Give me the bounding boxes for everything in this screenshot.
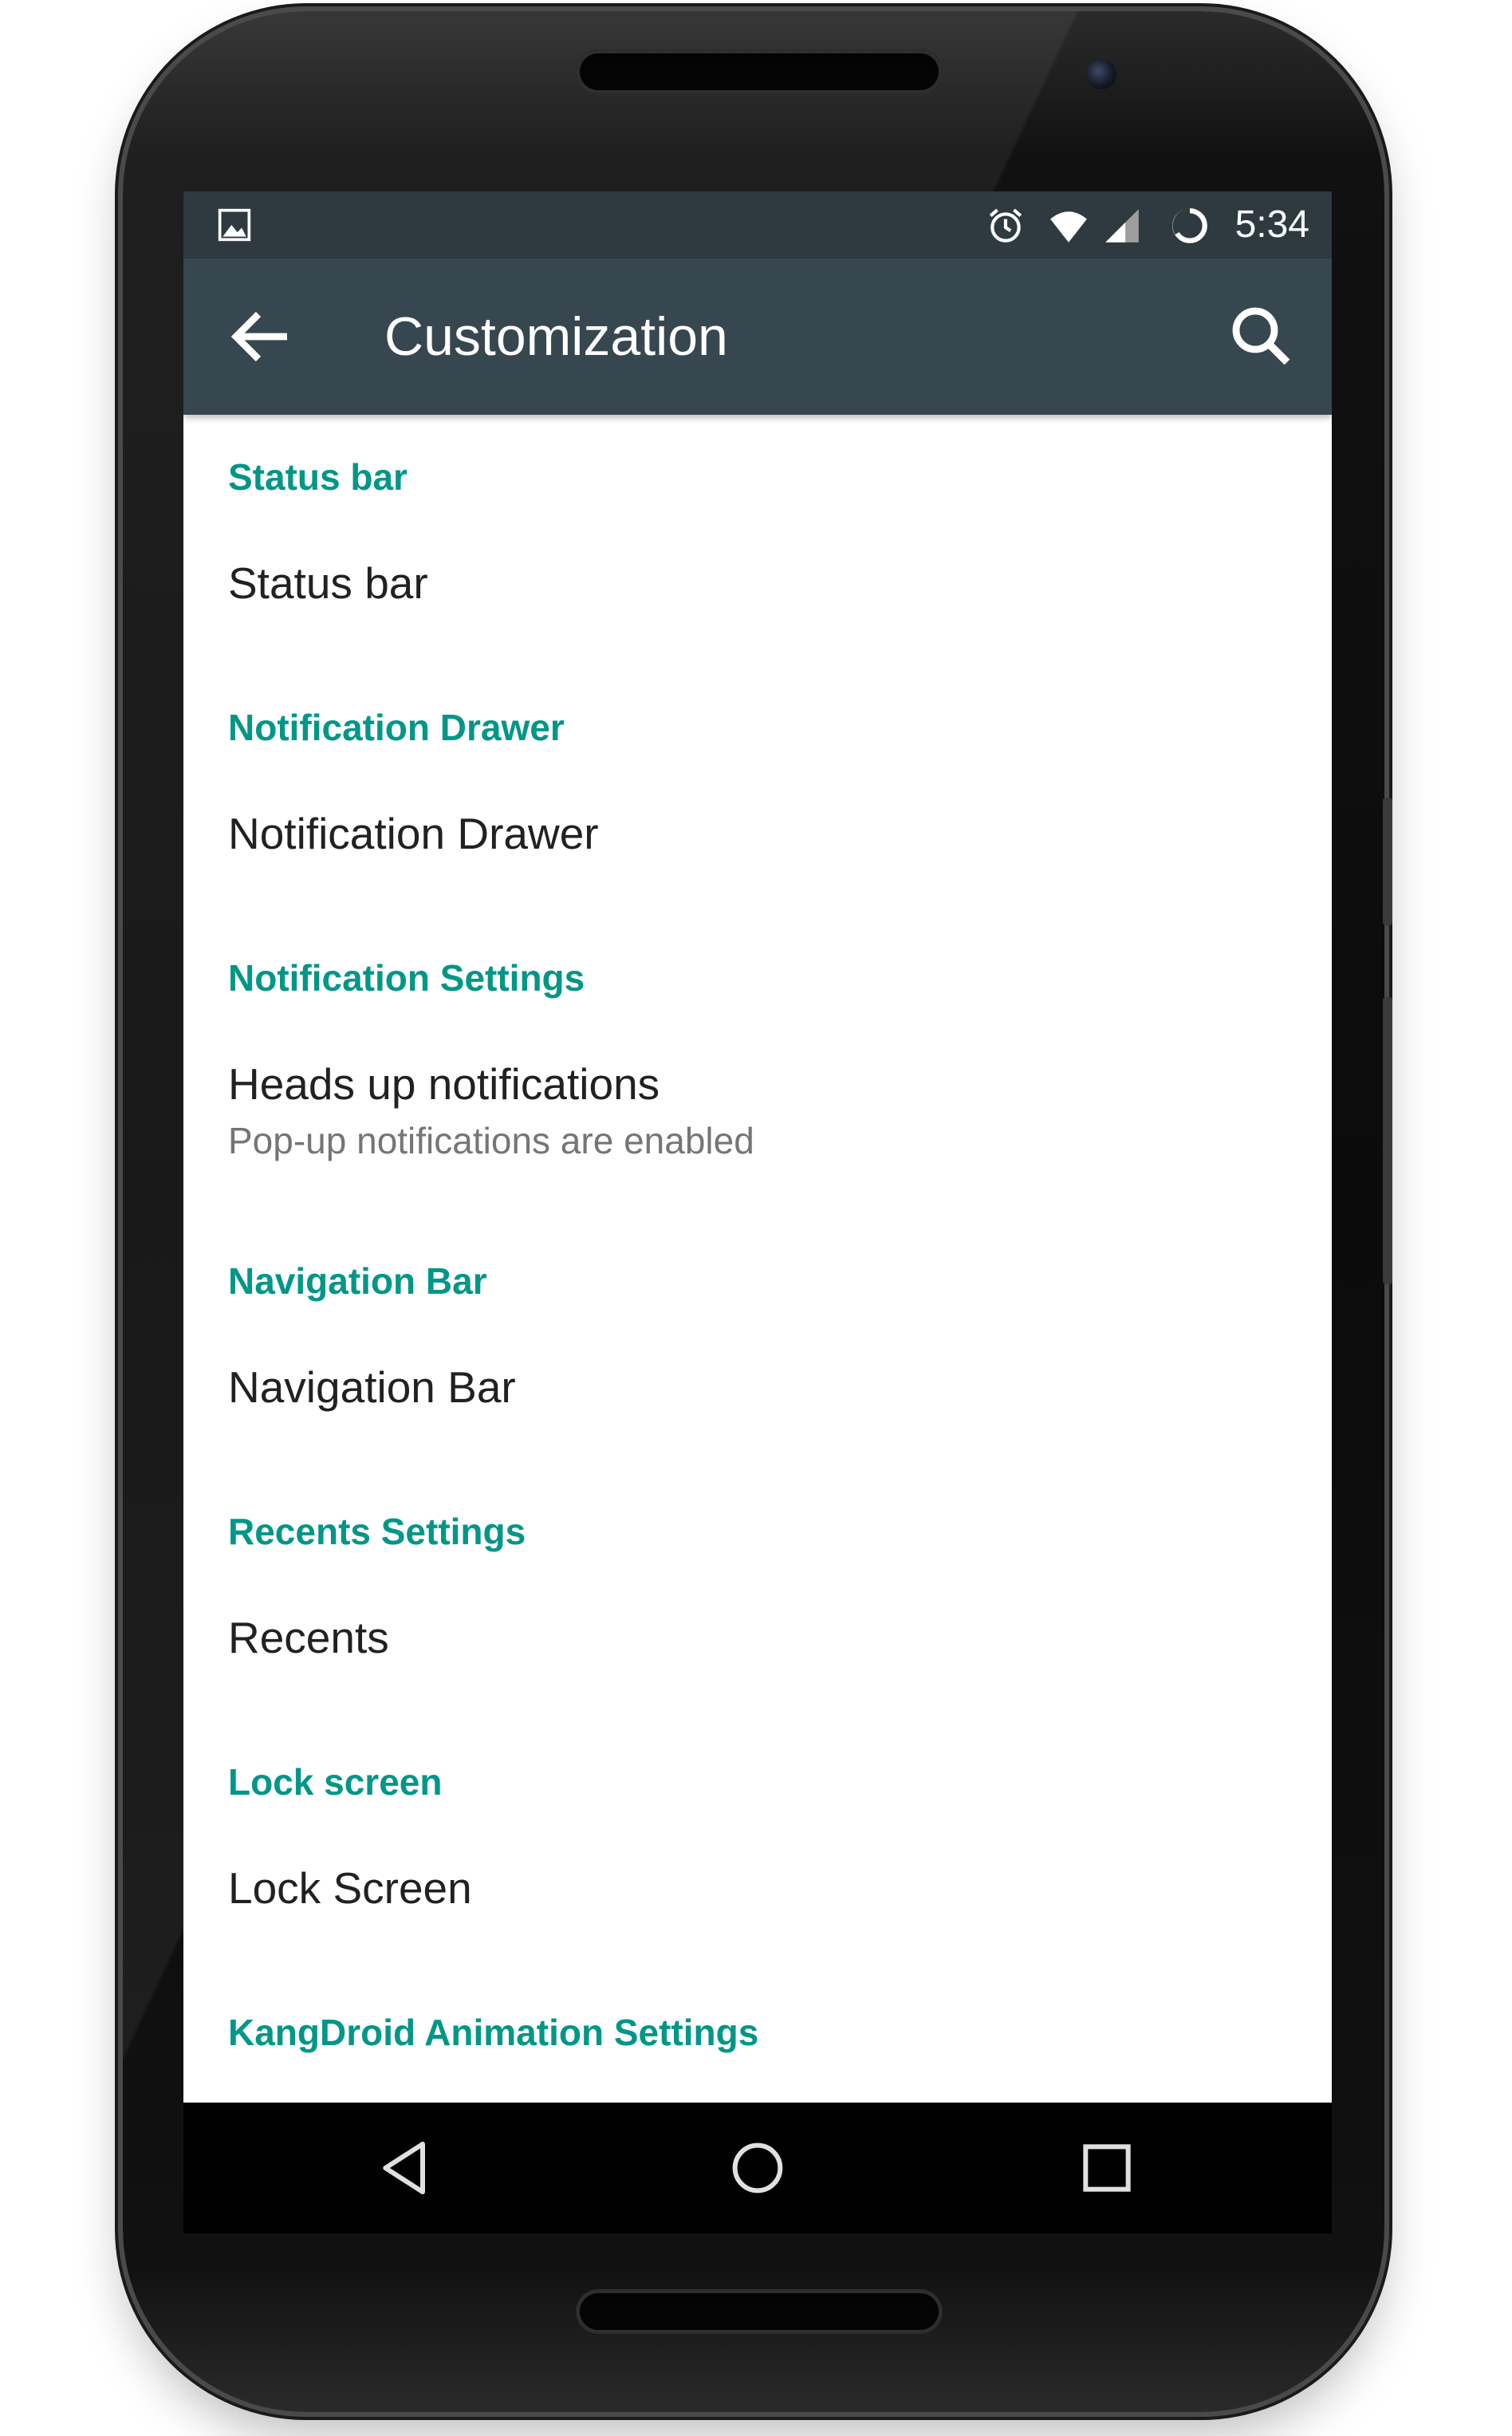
category-recents-settings: Recents Settings <box>228 1511 526 1552</box>
list-item-status-bar[interactable]: Status bar <box>183 542 1332 670</box>
list-item-navigation-bar[interactable]: Navigation Bar <box>183 1346 1332 1474</box>
category-navigation-bar: Navigation Bar <box>228 1260 487 1302</box>
battery-icon <box>1172 207 1207 243</box>
category-notification-drawer: Notification Drawer <box>228 707 565 748</box>
top-speaker <box>576 49 943 94</box>
back-triangle-icon[interactable] <box>375 2136 439 2200</box>
cell-signal-icon <box>1105 209 1139 242</box>
list-item-heads-up-notifications[interactable]: Heads up notifications Pop-up notificati… <box>183 1043 1332 1219</box>
bottom-speaker <box>576 2289 943 2334</box>
app-bar: Customization <box>183 258 1332 415</box>
image-notification-icon <box>218 208 251 242</box>
list-item-title: Navigation Bar <box>228 1362 516 1412</box>
list-item-summary: Pop-up notifications are enabled <box>228 1120 754 1161</box>
search-icon[interactable] <box>1223 298 1300 375</box>
power-button <box>1383 798 1392 925</box>
screen: 5:34 Customization Status bar Status bar… <box>183 191 1332 2233</box>
list-item-title: Notification Drawer <box>228 809 599 858</box>
page-title: Customization <box>384 306 728 367</box>
list-item-title: Recents <box>228 1613 389 1662</box>
status-bar: 5:34 <box>183 191 1332 258</box>
list-item-title: Heads up notifications <box>228 1059 660 1109</box>
navigation-bar <box>183 2103 1332 2233</box>
arrow-back-icon[interactable] <box>223 298 300 375</box>
status-time: 5:34 <box>1234 203 1309 246</box>
front-camera <box>1086 59 1116 89</box>
category-status-bar: Status bar <box>228 456 408 498</box>
category-kangdroid-animation-settings: KangDroid Animation Settings <box>228 2012 759 2053</box>
list-item-title: Lock Screen <box>228 1863 472 1913</box>
alarm-icon <box>989 208 1022 242</box>
recents-square-icon[interactable] <box>1075 2136 1139 2200</box>
volume-rocker <box>1383 997 1392 1284</box>
category-lock-screen: Lock screen <box>228 1761 443 1803</box>
home-circle-icon[interactable] <box>726 2136 789 2200</box>
category-notification-settings: Notification Settings <box>228 957 585 999</box>
list-item-recents[interactable]: Recents <box>183 1597 1332 1725</box>
wifi-icon <box>1050 211 1087 242</box>
list-item-lock-screen[interactable]: Lock Screen <box>183 1847 1332 1975</box>
list-item-title: Status bar <box>228 558 428 608</box>
list-item-notification-drawer[interactable]: Notification Drawer <box>183 793 1332 920</box>
